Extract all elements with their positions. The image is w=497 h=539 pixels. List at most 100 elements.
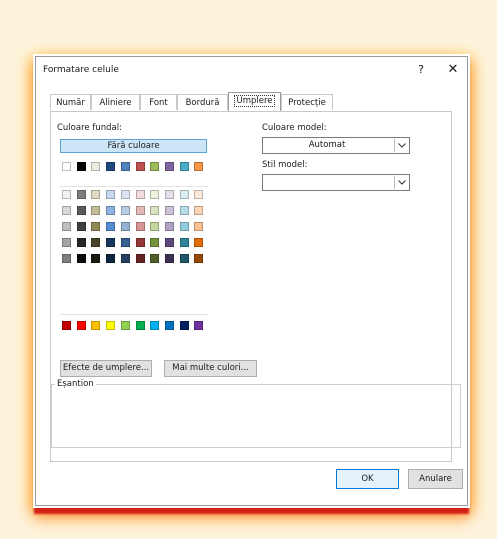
color-swatch[interactable] [76,222,86,231]
pattern-style-select[interactable] [262,174,410,191]
color-swatch[interactable] [62,162,71,171]
color-swatch[interactable] [76,162,86,171]
color-swatch[interactable] [194,206,204,215]
color-swatch[interactable] [194,254,204,263]
color-swatch[interactable] [62,238,71,247]
color-swatch[interactable] [164,222,174,231]
color-swatch[interactable] [150,206,160,215]
color-swatch[interactable] [120,238,130,247]
standard-color-swatch[interactable] [194,321,204,330]
tab-number[interactable]: Număr [50,94,91,110]
color-swatch[interactable] [194,162,204,171]
color-swatch[interactable] [164,206,174,215]
background-color-label: Culoare fundal: [57,123,122,133]
palette-separator [60,314,208,315]
color-swatch[interactable] [150,238,160,247]
color-swatch[interactable] [135,254,145,263]
color-swatch[interactable] [106,206,116,215]
color-swatch[interactable] [91,238,101,247]
tab-protection[interactable]: Protecție [281,94,333,110]
color-swatch[interactable] [135,222,145,231]
color-swatch[interactable] [120,162,130,171]
standard-color-swatch[interactable] [91,321,101,330]
color-swatch[interactable] [179,162,189,171]
color-swatch[interactable] [62,206,71,215]
standard-color-swatch[interactable] [106,321,116,330]
standard-color-swatch[interactable] [135,321,145,330]
standard-color-swatch[interactable] [120,321,130,330]
standard-color-swatch[interactable] [150,321,160,330]
color-swatch[interactable] [62,254,71,263]
color-swatch[interactable] [76,238,86,247]
color-swatch[interactable] [106,222,116,231]
color-swatch[interactable] [194,190,204,199]
color-swatch[interactable] [91,162,101,171]
color-swatch[interactable] [164,238,174,247]
tab-font[interactable]: Font [140,94,177,110]
color-swatch[interactable] [120,190,130,199]
color-swatch[interactable] [106,162,116,171]
standard-color-swatch[interactable] [179,321,189,330]
color-swatch[interactable] [179,206,189,215]
color-swatch[interactable] [91,206,101,215]
tab-fill[interactable]: Umplere [228,92,281,111]
color-swatch[interactable] [150,162,160,171]
tab-alignment[interactable]: Aliniere [91,94,140,110]
title-bar: Formatare celule ? ✕ [36,57,467,83]
cancel-button[interactable]: Anulare [408,469,463,489]
color-swatch[interactable] [91,254,101,263]
sample-preview: Eșantion [51,379,461,448]
color-swatch[interactable] [91,222,101,231]
color-swatch[interactable] [164,190,174,199]
color-swatch[interactable] [150,222,160,231]
pattern-style-value [263,175,391,190]
color-swatch[interactable] [120,222,130,231]
tab-border[interactable]: Bordură [177,94,228,110]
color-swatch[interactable] [135,238,145,247]
color-swatch[interactable] [135,162,145,171]
color-swatch[interactable] [62,222,71,231]
pattern-color-select[interactable]: Automat [262,137,410,154]
color-swatch[interactable] [120,206,130,215]
close-button[interactable]: ✕ [441,62,465,78]
more-colors-button[interactable]: Mai multe culori... [164,360,257,377]
palette-separator [60,186,208,187]
color-swatch[interactable] [194,238,204,247]
color-swatch[interactable] [76,206,86,215]
color-swatch[interactable] [76,190,86,199]
fill-panel: Culoare fundal: Fără culoare Efecte de u… [50,111,461,462]
sample-label: Eșantion [55,379,96,389]
color-swatch[interactable] [179,254,189,263]
color-swatch[interactable] [120,254,130,263]
color-swatch[interactable] [164,254,174,263]
standard-color-swatch[interactable] [62,321,71,330]
chevron-down-icon [394,139,408,152]
color-swatch[interactable] [150,254,160,263]
pattern-style-label: Stil model: [262,160,308,170]
color-swatch[interactable] [106,254,116,263]
standard-color-swatch[interactable] [164,321,174,330]
color-swatch[interactable] [150,190,160,199]
help-button[interactable]: ? [411,62,431,78]
color-swatch[interactable] [179,238,189,247]
color-swatch[interactable] [135,206,145,215]
pattern-color-value: Automat [308,140,346,150]
color-swatch[interactable] [91,190,101,199]
color-swatch[interactable] [62,190,71,199]
format-cells-dialog: Formatare celule ? ✕ Număr Aliniere Font… [35,56,468,506]
color-swatch[interactable] [164,162,174,171]
ok-button[interactable]: OK [336,469,399,489]
fill-effects-button[interactable]: Efecte de umplere... [60,360,152,377]
color-swatch[interactable] [106,238,116,247]
dialog-title: Formatare celule [43,65,119,75]
color-swatch[interactable] [135,190,145,199]
standard-color-swatch[interactable] [76,321,86,330]
color-swatch[interactable] [179,190,189,199]
color-swatch[interactable] [76,254,86,263]
pattern-color-label: Culoare model: [262,123,327,133]
color-swatch[interactable] [194,222,204,231]
chevron-down-icon [394,176,408,189]
no-color-button[interactable]: Fără culoare [60,139,207,153]
color-swatch[interactable] [106,190,116,199]
color-swatch[interactable] [179,222,189,231]
